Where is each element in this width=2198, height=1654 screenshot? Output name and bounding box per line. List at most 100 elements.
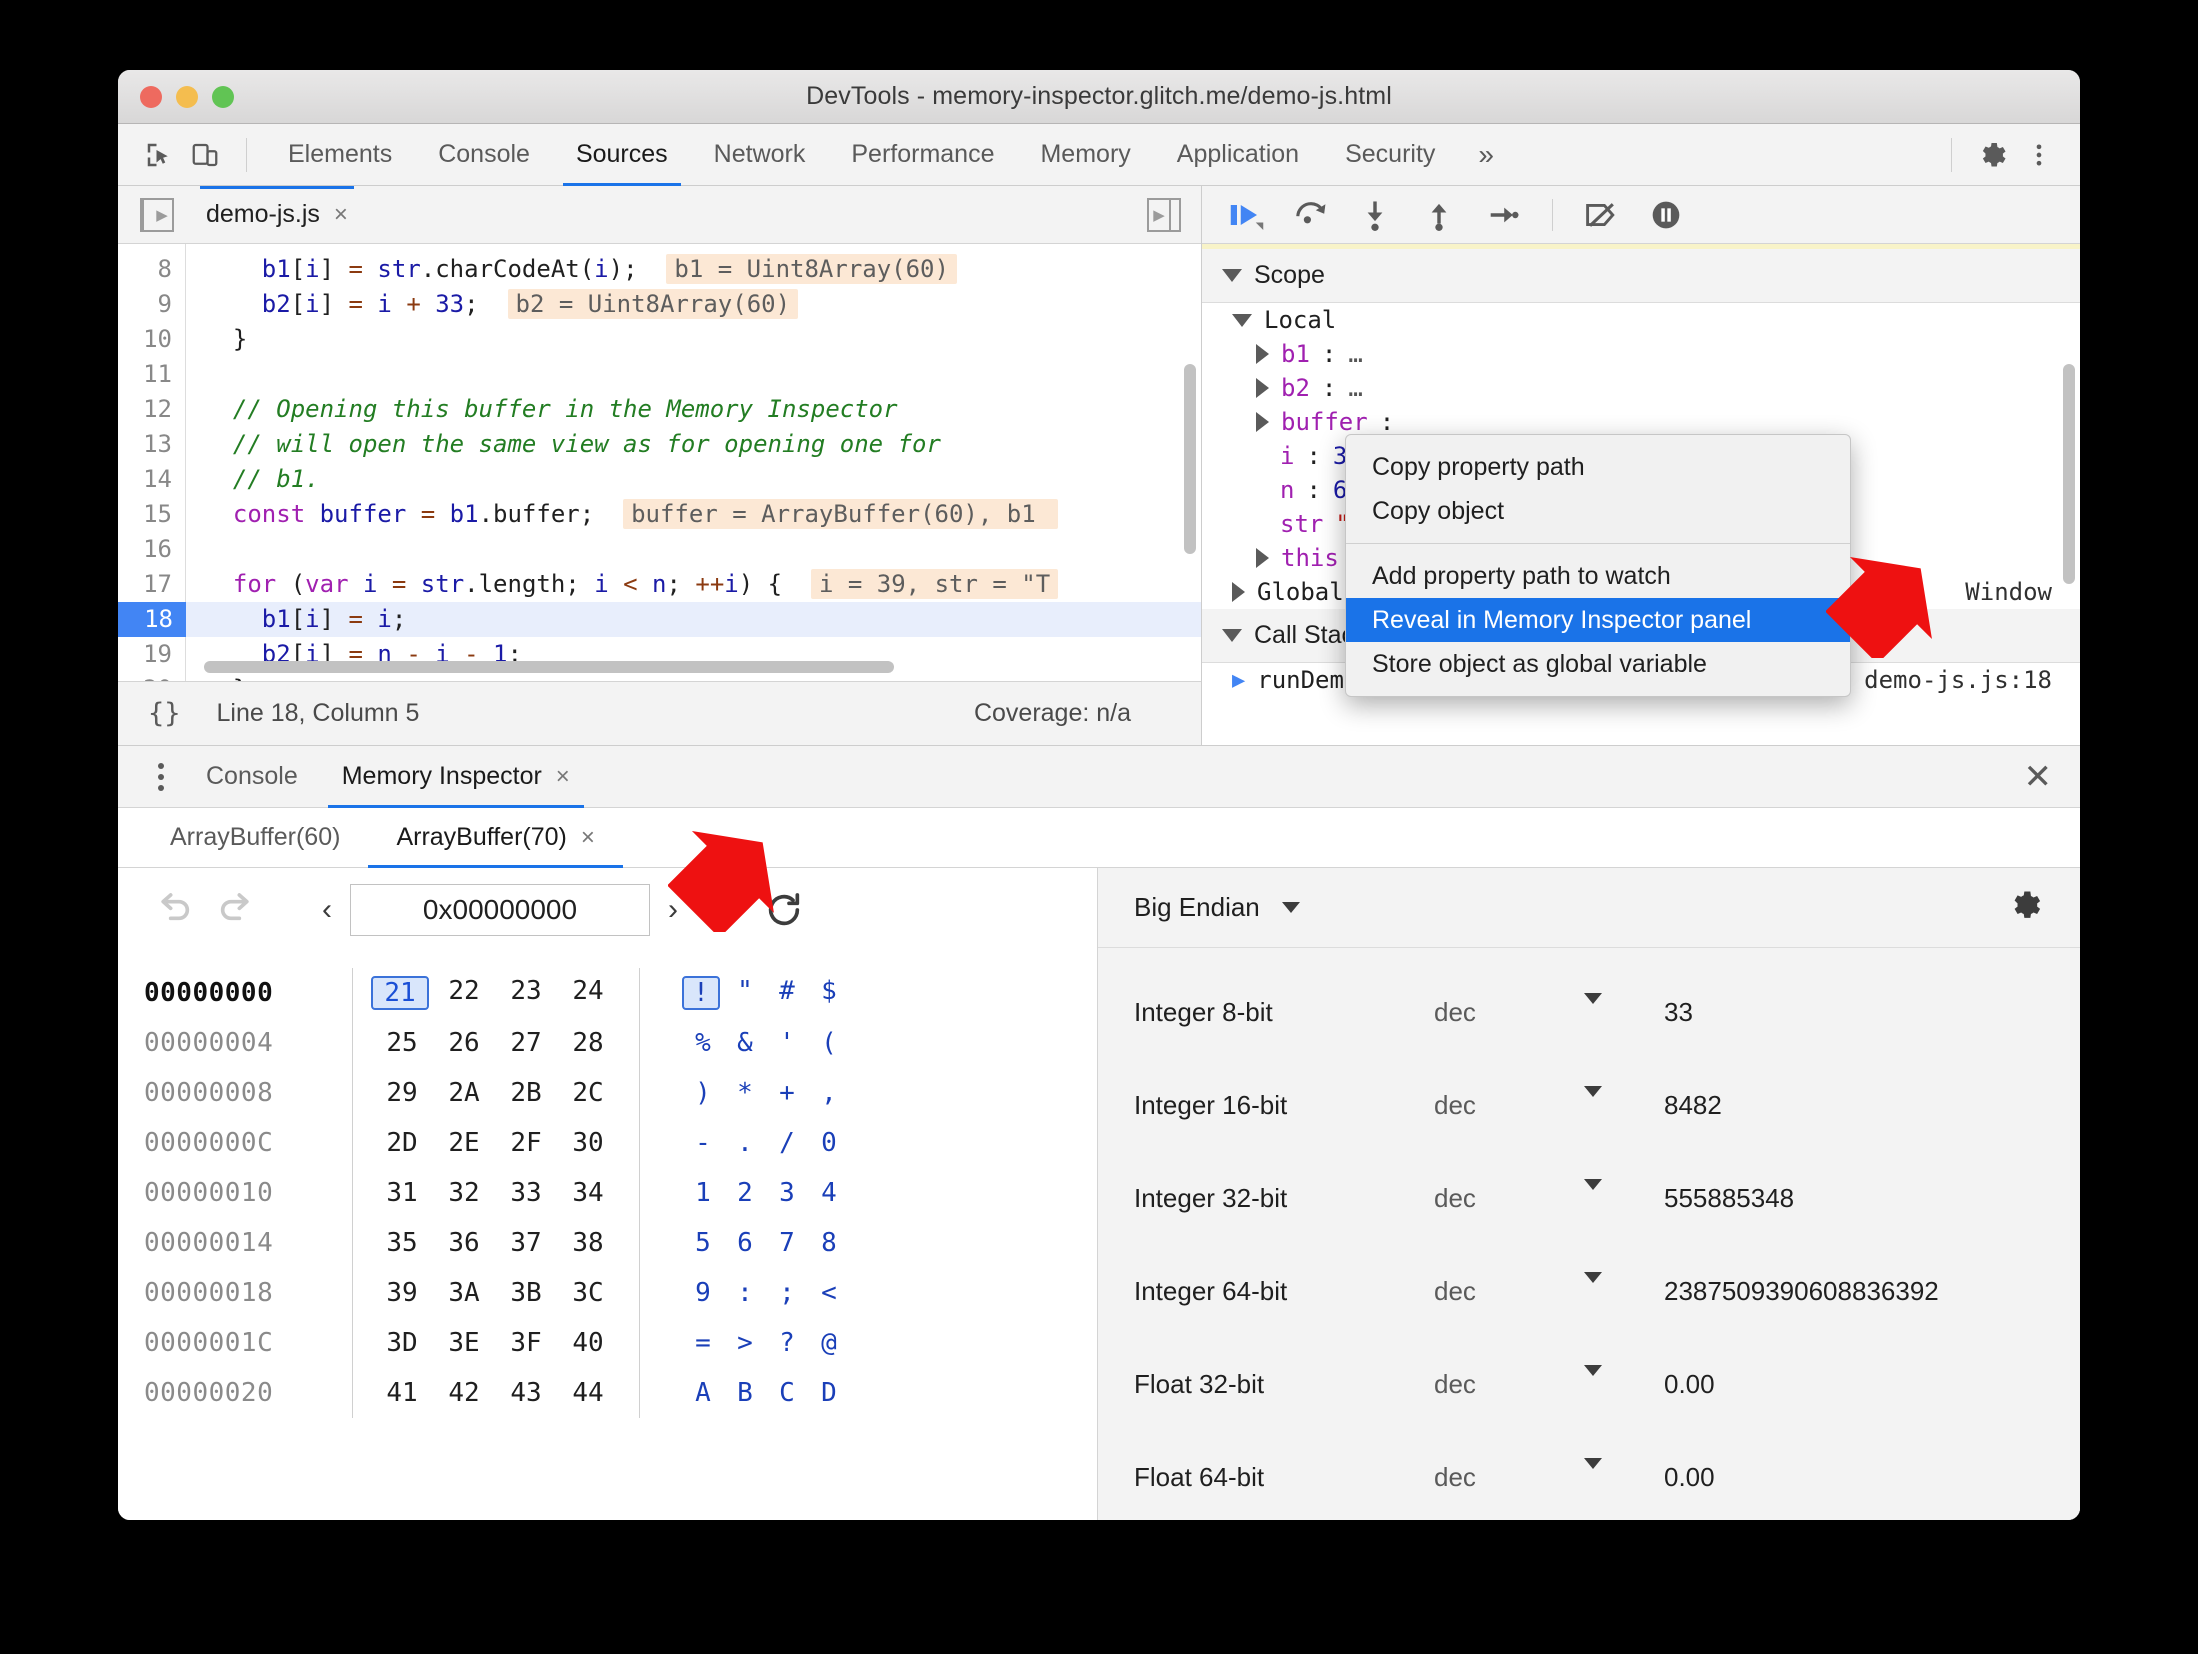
- context-menu[interactable]: Copy property path Copy object Add prope…: [1345, 434, 1851, 697]
- hex-ascii[interactable]: A B C D: [682, 1378, 850, 1408]
- hex-byte[interactable]: 3F: [495, 1328, 557, 1358]
- hex-byte[interactable]: 41: [371, 1378, 433, 1408]
- redo-icon[interactable]: [210, 884, 262, 936]
- value-mode[interactable]: dec: [1434, 1462, 1584, 1493]
- scope-section-header[interactable]: Scope: [1202, 249, 2080, 303]
- gear-icon[interactable]: [1970, 132, 2016, 178]
- value-mode-dropdown-icon[interactable]: [1584, 1085, 1664, 1115]
- hex-byte[interactable]: 2C: [557, 1078, 619, 1108]
- ascii-char[interactable]: ?: [766, 1328, 808, 1358]
- hex-bytes[interactable]: 39 3A 3B 3C: [371, 1278, 621, 1308]
- context-menu-item-add-property-path-to-watch[interactable]: Add property path to watch: [1346, 554, 1850, 598]
- hex-row[interactable]: 00000018 39 3A 3B 3C 9 : ; <: [144, 1268, 1097, 1318]
- ascii-char[interactable]: 8: [808, 1228, 850, 1258]
- step-out-icon[interactable]: [1412, 192, 1466, 238]
- tab-application[interactable]: Application: [1154, 124, 1322, 186]
- step-over-icon[interactable]: [1284, 192, 1338, 238]
- hex-row[interactable]: 00000000 21 22 23 24 ! " # $: [144, 968, 1097, 1018]
- device-toolbar-icon[interactable]: [182, 132, 228, 178]
- ascii-char[interactable]: ": [724, 976, 766, 1010]
- hex-byte[interactable]: 29: [371, 1078, 433, 1108]
- ascii-char[interactable]: 1: [682, 1178, 724, 1208]
- inspect-element-icon[interactable]: [136, 132, 182, 178]
- hex-byte[interactable]: 30: [557, 1128, 619, 1158]
- ascii-char[interactable]: ): [682, 1078, 724, 1108]
- hex-byte[interactable]: 32: [433, 1178, 495, 1208]
- hex-byte[interactable]: 44: [557, 1378, 619, 1408]
- ascii-char[interactable]: 3: [766, 1178, 808, 1208]
- hex-ascii[interactable]: 5 6 7 8: [682, 1228, 850, 1258]
- hex-ascii[interactable]: ! " # $: [682, 976, 850, 1010]
- hex-row[interactable]: 0000001C 3D 3E 3F 40 = > ? @: [144, 1318, 1097, 1368]
- buffer-tab-close-icon[interactable]: ×: [581, 824, 595, 852]
- ascii-char[interactable]: 9: [682, 1278, 724, 1308]
- hex-byte[interactable]: 27: [495, 1028, 557, 1058]
- hex-byte[interactable]: 42: [433, 1378, 495, 1408]
- ascii-char[interactable]: 2: [724, 1178, 766, 1208]
- value-mode[interactable]: dec: [1434, 1183, 1584, 1214]
- hex-ascii[interactable]: 9 : ; <: [682, 1278, 850, 1308]
- hex-ascii[interactable]: 1 2 3 4: [682, 1178, 850, 1208]
- step-icon[interactable]: [1476, 192, 1530, 238]
- ascii-char[interactable]: 7: [766, 1228, 808, 1258]
- hex-bytes[interactable]: 29 2A 2B 2C: [371, 1078, 621, 1108]
- more-options-icon[interactable]: [138, 762, 184, 791]
- undo-icon[interactable]: [148, 884, 200, 936]
- ascii-char[interactable]: 4: [808, 1178, 850, 1208]
- scope-variable-b2[interactable]: b2: …: [1202, 371, 2080, 405]
- endianness-select[interactable]: Big Endian: [1134, 892, 1300, 923]
- resume-script-icon[interactable]: [1220, 192, 1274, 238]
- tab-performance[interactable]: Performance: [828, 124, 1017, 186]
- file-tab-demo-js[interactable]: demo-js.js ×: [200, 185, 354, 244]
- previous-page-icon[interactable]: ‹: [322, 893, 332, 927]
- ascii-char[interactable]: +: [766, 1078, 808, 1108]
- ascii-char[interactable]: =: [682, 1328, 724, 1358]
- ascii-char[interactable]: 6: [724, 1228, 766, 1258]
- hex-byte[interactable]: 3D: [371, 1328, 433, 1358]
- debugger-vertical-scrollbar[interactable]: [2063, 364, 2075, 584]
- file-tab-close-icon[interactable]: ×: [334, 201, 348, 229]
- ascii-char[interactable]: @: [808, 1328, 850, 1358]
- ascii-char-selected[interactable]: !: [682, 976, 720, 1010]
- step-into-icon[interactable]: [1348, 192, 1402, 238]
- ascii-char[interactable]: <: [808, 1278, 850, 1308]
- address-input[interactable]: 0x00000000: [350, 884, 650, 936]
- tab-security[interactable]: Security: [1322, 124, 1458, 186]
- ascii-char[interactable]: B: [724, 1378, 766, 1408]
- hex-byte[interactable]: 3C: [557, 1278, 619, 1308]
- value-inspector-settings-icon[interactable]: [2008, 887, 2044, 928]
- hex-byte[interactable]: 38: [557, 1228, 619, 1258]
- value-mode[interactable]: dec: [1434, 997, 1584, 1028]
- hex-viewer[interactable]: 00000000 21 22 23 24 ! " # $ 00000004 25…: [118, 952, 1097, 1520]
- hex-bytes[interactable]: 3D 3E 3F 40: [371, 1328, 621, 1358]
- ascii-char[interactable]: %: [682, 1028, 724, 1058]
- hex-byte[interactable]: 37: [495, 1228, 557, 1258]
- ascii-char[interactable]: 5: [682, 1228, 724, 1258]
- scope-variable-b1[interactable]: b1: …: [1202, 337, 2080, 371]
- ascii-char[interactable]: #: [766, 976, 808, 1010]
- value-mode-dropdown-icon[interactable]: [1584, 1271, 1664, 1301]
- editor-vertical-scrollbar[interactable]: [1184, 364, 1196, 554]
- value-mode-dropdown-icon[interactable]: [1584, 1457, 1664, 1487]
- context-menu-item-copy-object[interactable]: Copy object: [1346, 489, 1850, 533]
- more-vertical-icon[interactable]: [2016, 132, 2062, 178]
- tab-network[interactable]: Network: [691, 124, 829, 186]
- hex-byte[interactable]: 40: [557, 1328, 619, 1358]
- hex-bytes[interactable]: 31 32 33 34: [371, 1178, 621, 1208]
- ascii-char[interactable]: ': [766, 1028, 808, 1058]
- ascii-char[interactable]: ,: [808, 1078, 850, 1108]
- hex-byte[interactable]: 26: [433, 1028, 495, 1058]
- context-menu-item-reveal-in-memory-inspector-panel[interactable]: Reveal in Memory Inspector panel: [1346, 598, 1850, 642]
- drawer-tab-memory-inspector[interactable]: Memory Inspector ×: [320, 746, 592, 808]
- hex-bytes[interactable]: 2D 2E 2F 30: [371, 1128, 621, 1158]
- ascii-char[interactable]: 0: [808, 1128, 850, 1158]
- hex-byte[interactable]: 36: [433, 1228, 495, 1258]
- hex-byte[interactable]: 25: [371, 1028, 433, 1058]
- hex-byte[interactable]: 35: [371, 1228, 433, 1258]
- hex-byte[interactable]: 31: [371, 1178, 433, 1208]
- hex-byte[interactable]: 34: [557, 1178, 619, 1208]
- hex-byte[interactable]: 39: [371, 1278, 433, 1308]
- context-menu-item-store-object-as-global-variable[interactable]: Store object as global variable: [1346, 642, 1850, 686]
- code-editor[interactable]: 8 9 10 11 12 13 14 15 16 17 18 19 20 21: [118, 244, 1201, 681]
- show-navigator-icon[interactable]: ▶: [140, 197, 174, 232]
